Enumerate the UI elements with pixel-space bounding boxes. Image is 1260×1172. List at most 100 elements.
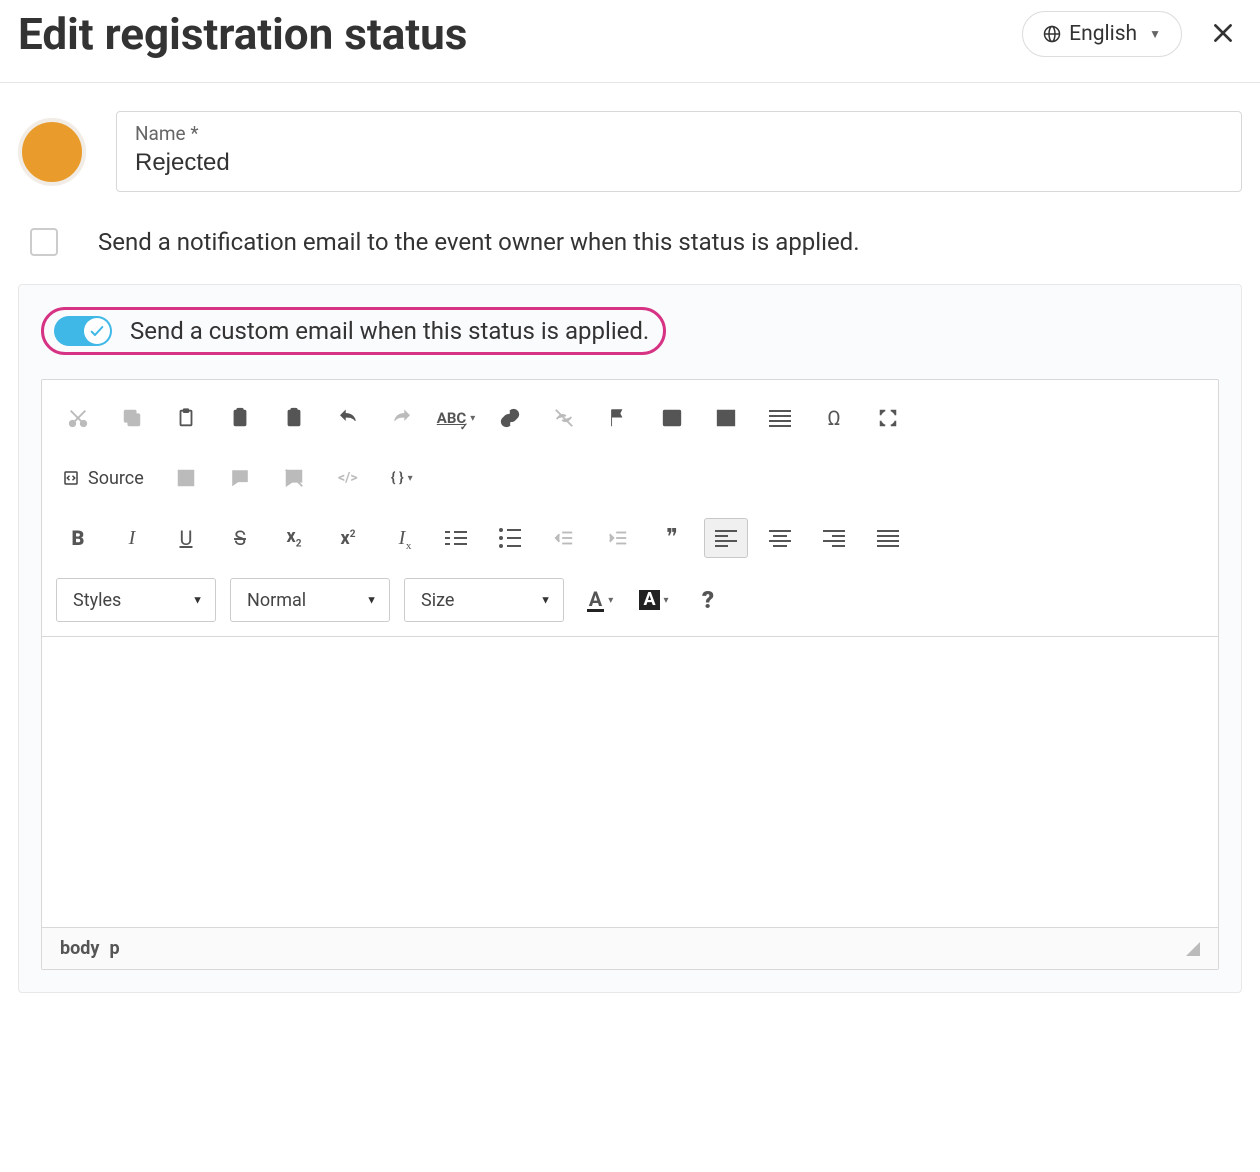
maximize-button[interactable]: [866, 398, 910, 438]
align-left-button[interactable]: [704, 518, 748, 558]
close-button[interactable]: [1204, 14, 1242, 55]
indent-icon: [607, 527, 629, 549]
table-icon: [715, 407, 737, 429]
remove-format-button[interactable]: Ix: [380, 518, 424, 558]
paste-word-icon: W: [283, 407, 305, 429]
bulleted-list-button[interactable]: [488, 518, 532, 558]
format-select[interactable]: Normal: [230, 578, 390, 622]
align-justify-button[interactable]: [866, 518, 910, 558]
custom-email-panel: Send a custom email when this status is …: [18, 284, 1242, 993]
globe-icon: [1043, 25, 1061, 43]
editor-element-path[interactable]: bodyp: [60, 938, 130, 959]
spellcheck-button[interactable]: ABC: [434, 398, 478, 438]
align-center-button[interactable]: [758, 518, 802, 558]
notify-owner-row: Send a notification email to the event o…: [30, 228, 1242, 256]
paste-button[interactable]: [164, 398, 208, 438]
paste-icon: [175, 407, 197, 429]
editor-toolbar: T W ABC: [42, 380, 1218, 637]
special-char-button[interactable]: Ω: [812, 398, 856, 438]
placeholder-button[interactable]: { }: [380, 458, 424, 498]
bold-button[interactable]: B: [56, 518, 100, 558]
superscript-button[interactable]: x2: [326, 518, 370, 558]
omega-icon: Ω: [827, 408, 840, 428]
redo-icon: [391, 407, 413, 429]
code-icon: </>: [338, 471, 358, 485]
superscript-icon: x2: [341, 528, 356, 549]
link-button[interactable]: [488, 398, 532, 438]
subscript-icon: x2: [287, 526, 302, 550]
code-snippet-button[interactable]: </>: [326, 458, 370, 498]
align-left-icon: [715, 530, 737, 547]
custom-email-toggle[interactable]: [54, 316, 112, 346]
toolbar-row-2: Source </> { }: [56, 458, 1204, 498]
align-right-icon: [823, 530, 845, 547]
dialog-body: Name * Send a notification email to the …: [0, 83, 1260, 1033]
uncomment-button[interactable]: [272, 458, 316, 498]
check-icon: [89, 323, 105, 339]
dialog-header: Edit registration status English ▼: [0, 0, 1260, 83]
templates-button[interactable]: [164, 458, 208, 498]
bg-color-button[interactable]: A: [632, 580, 676, 620]
unlink-button[interactable]: [542, 398, 586, 438]
toolbar-row-1: T W ABC: [56, 398, 1204, 438]
name-row: Name *: [18, 111, 1242, 192]
editor-footer: bodyp: [42, 927, 1218, 969]
toolbar-row-4: Styles Normal Size A A ?: [56, 578, 1204, 622]
svg-text:W: W: [291, 415, 298, 424]
paste-text-button[interactable]: T: [218, 398, 262, 438]
comment-icon: [229, 467, 251, 489]
strike-button[interactable]: S: [218, 518, 262, 558]
toggle-knob: [84, 318, 110, 344]
flag-icon: [607, 407, 629, 429]
source-button[interactable]: Source: [56, 458, 150, 498]
blockquote-button[interactable]: ❞: [650, 518, 694, 558]
comment-button[interactable]: [218, 458, 262, 498]
numbered-list-button[interactable]: [434, 518, 478, 558]
image-button[interactable]: [650, 398, 694, 438]
anchor-button[interactable]: [596, 398, 640, 438]
cut-button[interactable]: [56, 398, 100, 438]
horizontal-rule-button[interactable]: [758, 398, 802, 438]
align-right-button[interactable]: [812, 518, 856, 558]
redo-button[interactable]: [380, 398, 424, 438]
italic-button[interactable]: I: [110, 518, 154, 558]
bold-icon: B: [72, 528, 85, 548]
copy-icon: [121, 407, 143, 429]
header-actions: English ▼: [1022, 11, 1242, 57]
name-field: Name *: [116, 111, 1242, 192]
size-select[interactable]: Size: [404, 578, 564, 622]
name-input[interactable]: [135, 149, 1223, 177]
svg-text:T: T: [238, 415, 243, 424]
caret-down-icon: ▼: [1149, 27, 1161, 41]
editor-resize-grip[interactable]: [1186, 942, 1200, 956]
text-color-button[interactable]: A: [578, 580, 622, 620]
styles-select[interactable]: Styles: [56, 578, 216, 622]
paste-word-button[interactable]: W: [272, 398, 316, 438]
toolbar-row-3: B I U S x2 x2 Ix: [56, 518, 1204, 558]
source-icon: [62, 469, 80, 487]
source-label: Source: [88, 468, 144, 489]
copy-button[interactable]: [110, 398, 154, 438]
line-height-icon: [769, 410, 791, 427]
subscript-button[interactable]: x2: [272, 518, 316, 558]
table-button[interactable]: [704, 398, 748, 438]
about-button[interactable]: ?: [686, 580, 730, 620]
cut-icon: [67, 407, 89, 429]
language-selector[interactable]: English ▼: [1022, 11, 1182, 57]
editor-content[interactable]: [42, 637, 1218, 927]
italic-icon: I: [129, 528, 136, 548]
indent-button[interactable]: [596, 518, 640, 558]
quote-icon: ❞: [666, 527, 678, 549]
align-center-icon: [769, 530, 791, 547]
text-color-icon: A: [587, 589, 604, 612]
undo-button[interactable]: [326, 398, 370, 438]
bg-color-icon: A: [639, 590, 659, 610]
dialog-title: Edit registration status: [18, 8, 467, 60]
status-color-swatch[interactable]: [18, 118, 86, 186]
link-icon: [499, 407, 521, 429]
language-label: English: [1069, 22, 1137, 46]
image-icon: [661, 407, 683, 429]
notify-owner-checkbox[interactable]: [30, 228, 58, 256]
outdent-button[interactable]: [542, 518, 586, 558]
underline-button[interactable]: U: [164, 518, 208, 558]
